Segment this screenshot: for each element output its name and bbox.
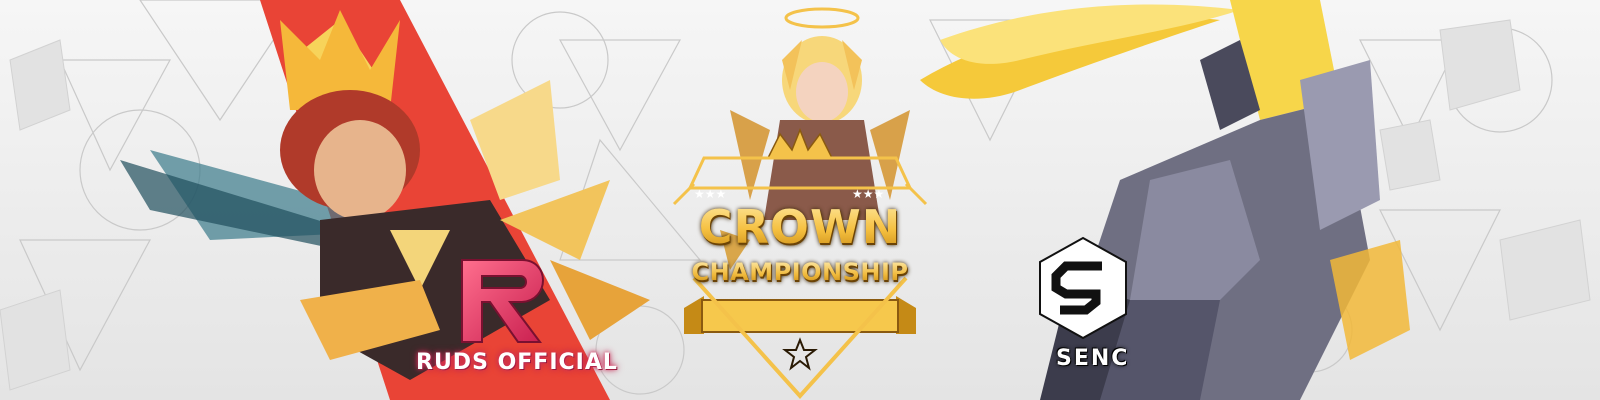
star-icon — [782, 337, 818, 371]
three-stars-right-icon: ★★★ — [852, 187, 884, 201]
svg-text:★★★: ★★★ — [852, 187, 884, 201]
three-stars-left-icon: ★★★ — [694, 187, 726, 201]
team-name-ruds: RUDS OFFICIAL — [416, 350, 618, 375]
svg-text:★★★: ★★★ — [694, 187, 726, 201]
event-title-championship: CHAMPIONSHIP — [640, 258, 960, 286]
senc-s-logo-icon — [1039, 236, 1127, 340]
event-title-crown: CROWN — [640, 200, 960, 254]
championship-banner: ★★★ ★★★ CROWN CHAMPIONSHIP RUDS OFFICIAL — [0, 0, 1600, 400]
right-champion-artwork — [920, 0, 1410, 400]
left-champion-artwork — [120, 0, 650, 400]
crown-icon — [766, 128, 834, 159]
ruds-r-logo-icon — [461, 259, 544, 343]
team-name-senc: SENC — [1056, 346, 1130, 371]
gold-ribbon — [684, 296, 916, 334]
